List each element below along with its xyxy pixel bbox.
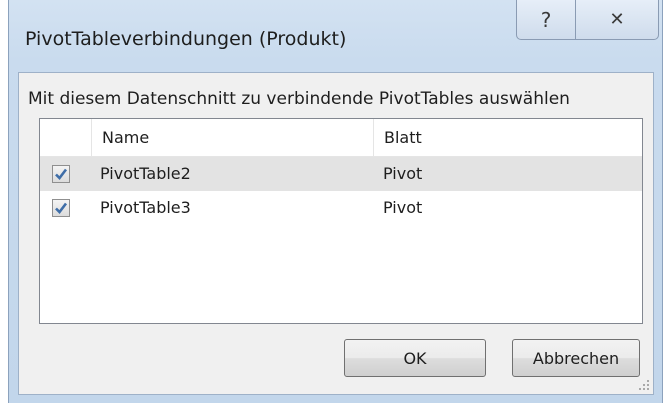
checkmark-icon — [55, 202, 68, 214]
list-header: Name Blatt — [40, 119, 642, 157]
row-checkbox-pivottable3[interactable] — [52, 199, 70, 217]
list-row-pivottable3[interactable]: PivotTable3 Pivot — [40, 191, 642, 225]
row-name: PivotTable2 — [100, 164, 191, 183]
row-sheet: Pivot — [383, 164, 423, 183]
instruction-label: Mit diesem Datenschnitt zu verbindende P… — [28, 89, 570, 109]
close-icon: ✕ — [609, 9, 625, 30]
row-sheet: Pivot — [383, 198, 423, 217]
column-header-name[interactable]: Name — [92, 119, 374, 156]
dialog-body: Mit diesem Datenschnitt zu verbindende P… — [18, 72, 654, 395]
row-name: PivotTable3 — [100, 198, 191, 217]
column-header-sheet[interactable]: Blatt — [374, 119, 642, 156]
resize-grip-icon[interactable] — [638, 379, 650, 391]
help-button[interactable]: ? — [516, 0, 576, 40]
list-row-pivottable2[interactable]: PivotTable2 Pivot — [40, 157, 642, 191]
ok-button[interactable]: OK — [344, 339, 486, 377]
close-button[interactable]: ✕ — [575, 0, 659, 40]
dialog-title: PivotTableverbindungen (Produkt) — [25, 28, 347, 50]
row-checkbox-pivottable2[interactable] — [52, 165, 70, 183]
column-header-check[interactable] — [40, 119, 92, 156]
checkmark-icon — [55, 168, 68, 180]
help-icon: ? — [540, 7, 552, 32]
pivottable-list[interactable]: Name Blatt PivotTable2 Pivot PivotTable3… — [39, 118, 643, 324]
cancel-button[interactable]: Abbrechen — [512, 339, 640, 377]
dialog-window: PivotTableverbindungen (Produkt) ? ✕ Mit… — [8, 0, 663, 403]
